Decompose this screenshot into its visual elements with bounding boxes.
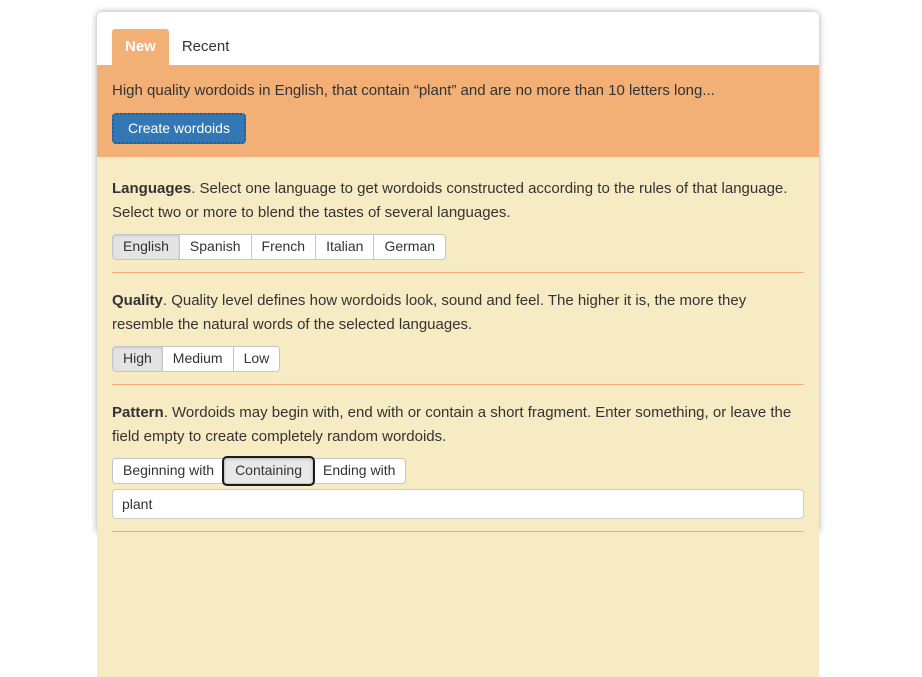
quality-button-group: High Medium Low bbox=[112, 346, 281, 372]
quality-description: Quality. Quality level defines how wordo… bbox=[112, 289, 804, 337]
section-divider bbox=[112, 384, 804, 385]
section-quality: Quality. Quality level defines how wordo… bbox=[112, 289, 804, 385]
settings-area: Languages. Select one language to get wo… bbox=[97, 157, 819, 677]
section-languages: Languages. Select one language to get wo… bbox=[112, 177, 804, 273]
quality-option-high[interactable]: High bbox=[112, 346, 163, 372]
pattern-description: Pattern. Wordoids may begin with, end wi… bbox=[112, 401, 804, 449]
language-button-group: English Spanish French Italian German bbox=[112, 234, 447, 260]
language-option-spanish[interactable]: Spanish bbox=[178, 234, 252, 260]
create-wordoids-button[interactable]: Create wordoids bbox=[112, 113, 246, 144]
pattern-button-group: Beginning with Containing Ending with bbox=[112, 458, 407, 484]
languages-description-text: . Select one language to get wordoids co… bbox=[112, 180, 788, 221]
pattern-option-ending-with[interactable]: Ending with bbox=[312, 458, 407, 484]
wordoid-panel: New Recent High quality wordoids in Engl… bbox=[97, 12, 819, 677]
summary-banner: High quality wordoids in English, that c… bbox=[97, 65, 819, 157]
pattern-option-containing[interactable]: Containing bbox=[224, 458, 313, 484]
section-divider bbox=[112, 272, 804, 273]
pattern-fragment-input[interactable] bbox=[112, 489, 804, 519]
pattern-option-beginning-with[interactable]: Beginning with bbox=[112, 458, 226, 484]
tab-new[interactable]: New bbox=[112, 29, 169, 65]
tab-recent[interactable]: Recent bbox=[169, 29, 243, 65]
section-divider bbox=[112, 531, 804, 532]
language-option-french[interactable]: French bbox=[250, 234, 317, 260]
language-option-italian[interactable]: Italian bbox=[315, 234, 375, 260]
language-option-german[interactable]: German bbox=[373, 234, 447, 260]
quality-description-text: . Quality level defines how wordoids loo… bbox=[112, 292, 747, 333]
quality-option-low[interactable]: Low bbox=[232, 346, 281, 372]
pattern-description-text: . Wordoids may begin with, end with or c… bbox=[112, 404, 792, 445]
summary-text: High quality wordoids in English, that c… bbox=[112, 82, 715, 99]
languages-description: Languages. Select one language to get wo… bbox=[112, 177, 804, 225]
section-pattern: Pattern. Wordoids may begin with, end wi… bbox=[112, 401, 804, 532]
quality-option-medium[interactable]: Medium bbox=[161, 346, 234, 372]
language-option-english[interactable]: English bbox=[112, 234, 180, 260]
languages-title: Languages bbox=[112, 180, 192, 197]
pattern-title: Pattern bbox=[112, 404, 164, 421]
tab-strip: New Recent bbox=[97, 12, 819, 65]
quality-title: Quality bbox=[112, 292, 163, 309]
